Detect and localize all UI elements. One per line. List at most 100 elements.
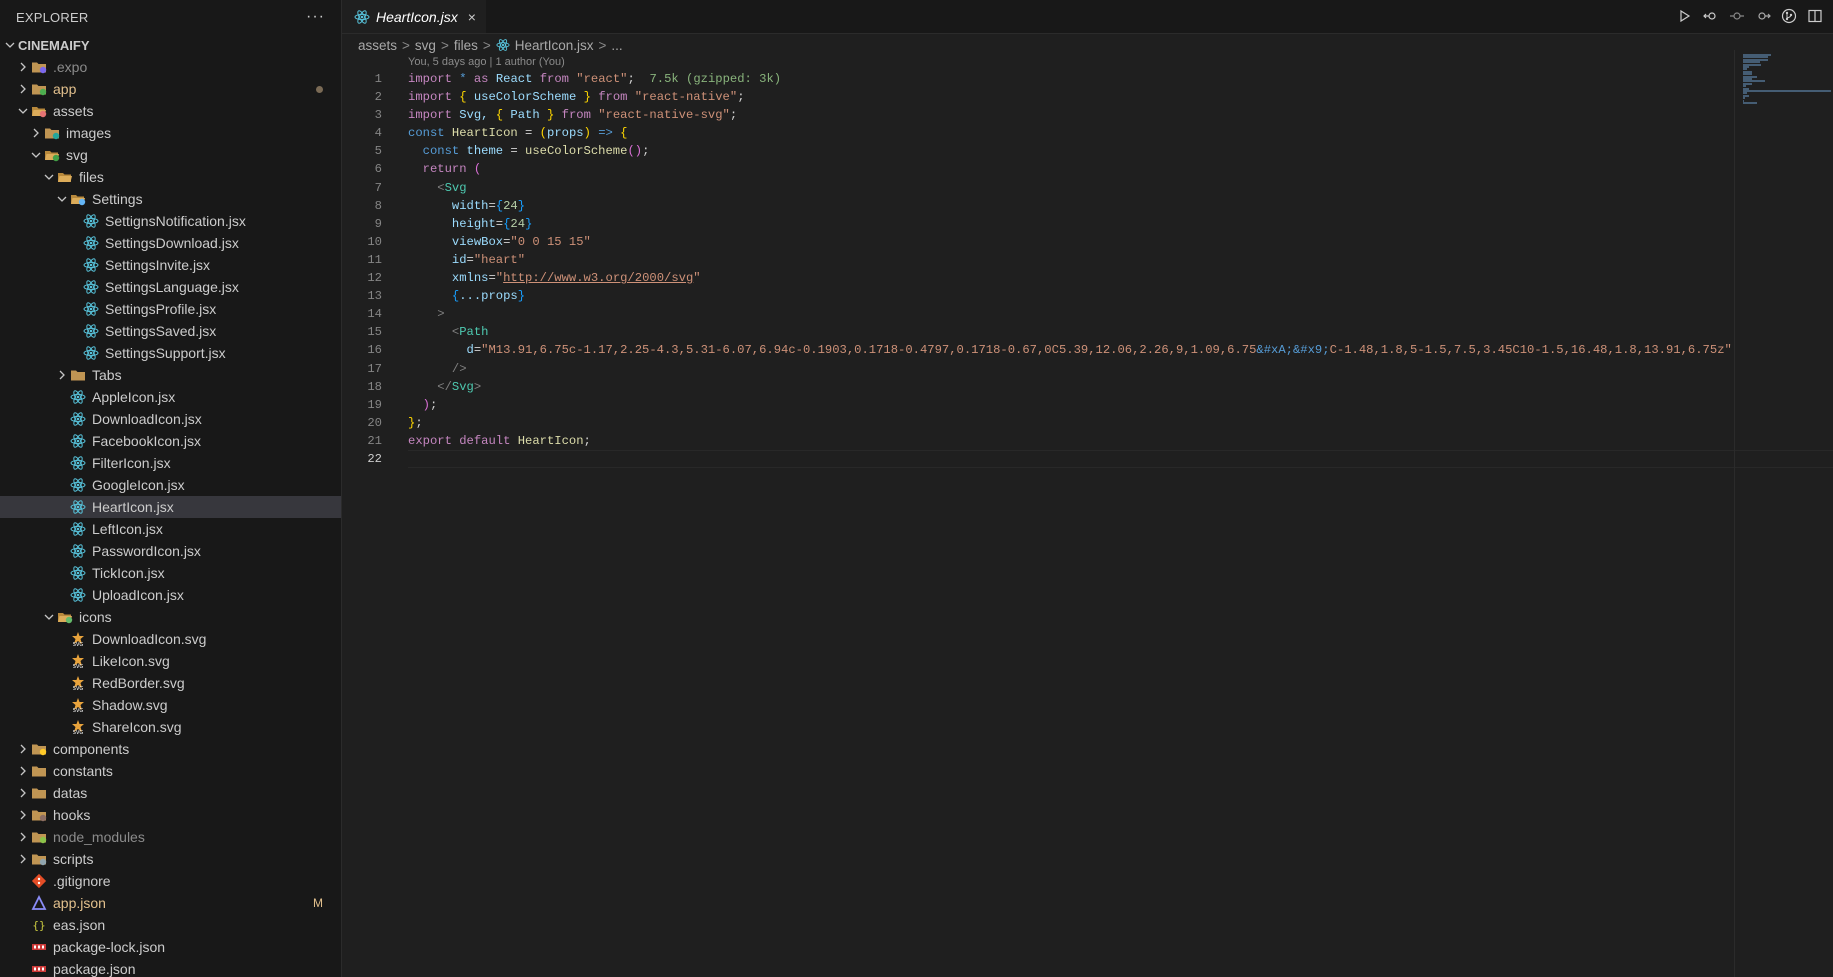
tree-folder[interactable]: constants [0, 760, 341, 782]
tree-item-label: app.json [53, 895, 106, 911]
tree-file[interactable]: SettingsSaved.jsx [0, 320, 341, 342]
tree-file[interactable]: SVG LikeIcon.svg [0, 650, 341, 672]
tab-label: HeartIcon.jsx [376, 8, 458, 25]
chevron-right-icon [15, 743, 31, 755]
tree-folder[interactable]: Tabs [0, 364, 341, 386]
tree-folder[interactable]: Settings [0, 188, 341, 210]
tree-file[interactable]: {} eas.json [0, 914, 341, 936]
node-folder-icon [31, 829, 47, 845]
svg-file-icon: SVG [70, 631, 86, 647]
tree-file[interactable]: DownloadIcon.jsx [0, 408, 341, 430]
breadcrumb-assets[interactable]: assets [358, 38, 397, 53]
tree-file[interactable]: SVG ShareIcon.svg [0, 716, 341, 738]
code-token: * [459, 72, 467, 86]
tree-file[interactable]: app.json M [0, 892, 341, 914]
code-token: = [488, 198, 496, 213]
tree-folder[interactable]: .expo [0, 56, 341, 78]
code-token: } [408, 415, 416, 430]
tree-file[interactable]: package.json [0, 958, 341, 977]
code-line: 20}; [342, 414, 1732, 432]
git-status-badge: M [313, 896, 323, 910]
breadcrumb-svg[interactable]: svg [415, 38, 436, 53]
run-icon[interactable] [1677, 8, 1693, 24]
line-number: 6 [374, 162, 382, 177]
more-actions-icon[interactable]: ··· [306, 8, 325, 26]
code-token: = [503, 234, 511, 249]
tree-folder[interactable]: svg [0, 144, 341, 166]
breadcrumb-files[interactable]: files [454, 38, 478, 53]
tree-folder[interactable]: datas [0, 782, 341, 804]
tree-file[interactable]: SVG DownloadIcon.svg [0, 628, 341, 650]
tree-folder[interactable]: node_modules [0, 826, 341, 848]
code-token: ; [737, 90, 745, 105]
chevron-right-icon [28, 127, 44, 139]
svg-text:SVG: SVG [73, 686, 84, 691]
tree-file[interactable]: SVG Shadow.svg [0, 694, 341, 716]
codelens-blame[interactable]: You, 5 days ago | 1 author (You) [408, 56, 565, 68]
split-editor-icon[interactable] [1807, 8, 1823, 24]
tree-file[interactable]: LeftIcon.jsx [0, 518, 341, 540]
code-line: 11 id = "heart" [342, 251, 1732, 269]
code-token: ; [583, 433, 591, 448]
project-root[interactable]: CINEMAIFY [0, 34, 341, 56]
tree-file[interactable]: SettingsLanguage.jsx [0, 276, 341, 298]
tree-folder[interactable]: assets [0, 100, 341, 122]
code-editor[interactable]: 1 import * as React from "react"; 7.5k (g… [342, 70, 1833, 469]
tree-folder[interactable]: icons [0, 606, 341, 628]
code-line: 19 ); [342, 396, 1732, 414]
code-token: return [408, 162, 467, 177]
tree-file[interactable]: SettignsNotification.jsx [0, 210, 341, 232]
breadcrumb-symbol[interactable]: ... [611, 38, 622, 53]
previous-change-icon[interactable] [1729, 8, 1745, 24]
close-icon[interactable]: × [468, 9, 476, 25]
tree-file[interactable]: UploadIcon.jsx [0, 584, 341, 606]
tree-folder[interactable]: components [0, 738, 341, 760]
line-number: 2 [374, 90, 382, 105]
tab-heart-icon[interactable]: HeartIcon.jsx × [342, 0, 486, 33]
tree-folder[interactable]: hooks [0, 804, 341, 826]
chevron-down-icon [28, 149, 44, 161]
tree-file[interactable]: package-lock.json [0, 936, 341, 958]
code-token: viewBox [408, 234, 504, 249]
tree-item-label: SettingsInvite.jsx [105, 257, 211, 273]
tree-item-label: FacebookIcon.jsx [92, 433, 201, 449]
tree-file[interactable]: SVG RedBorder.svg [0, 672, 341, 694]
code-token: = [525, 126, 540, 141]
breadcrumb-file[interactable]: HeartIcon.jsx [515, 38, 594, 53]
tree-file[interactable]: PasswordIcon.jsx [0, 540, 341, 562]
tree-file[interactable]: HeartIcon.jsx [0, 496, 341, 518]
git-graph-icon[interactable] [1781, 8, 1797, 24]
tree-file[interactable]: GoogleIcon.jsx [0, 474, 341, 496]
breadcrumb-separator: > [598, 37, 607, 53]
explorer-sidebar: EXPLORER ··· CINEMAIFY .expo app assets ima… [0, 0, 342, 977]
code-token: ; [627, 72, 635, 86]
tree-item-label: datas [53, 785, 88, 801]
tree-file[interactable]: TickIcon.jsx [0, 562, 341, 584]
open-changes-icon[interactable] [1703, 8, 1719, 24]
code-token: { [503, 216, 511, 231]
tree-file[interactable]: SettingsProfile.jsx [0, 298, 341, 320]
code-token: useColorScheme [525, 144, 628, 159]
tree-file[interactable]: SettingsDownload.jsx [0, 232, 341, 254]
code-token: width [408, 198, 489, 213]
tree-folder[interactable]: app [0, 78, 341, 100]
svg-text:SVG: SVG [73, 730, 84, 735]
tree-item-label: UploadIcon.jsx [92, 587, 184, 603]
svg-text:SVG: SVG [73, 708, 84, 713]
file-tree: .expo app assets images svg files Settings Sett… [0, 56, 341, 977]
minimap[interactable] [1734, 50, 1833, 977]
tree-file[interactable]: SettingsSupport.jsx [0, 342, 341, 364]
line-number: 16 [367, 343, 382, 358]
tree-file[interactable]: SettingsInvite.jsx [0, 254, 341, 276]
tree-folder[interactable]: images [0, 122, 341, 144]
tree-folder[interactable]: files [0, 166, 341, 188]
next-change-icon[interactable] [1755, 8, 1771, 24]
tree-file[interactable]: FacebookIcon.jsx [0, 430, 341, 452]
code-token: import [408, 108, 452, 123]
tree-folder[interactable]: scripts [0, 848, 341, 870]
tree-file[interactable]: .gitignore [0, 870, 341, 892]
tree-file[interactable]: AppleIcon.jsx [0, 386, 341, 408]
tree-file[interactable]: FilterIcon.jsx [0, 452, 341, 474]
